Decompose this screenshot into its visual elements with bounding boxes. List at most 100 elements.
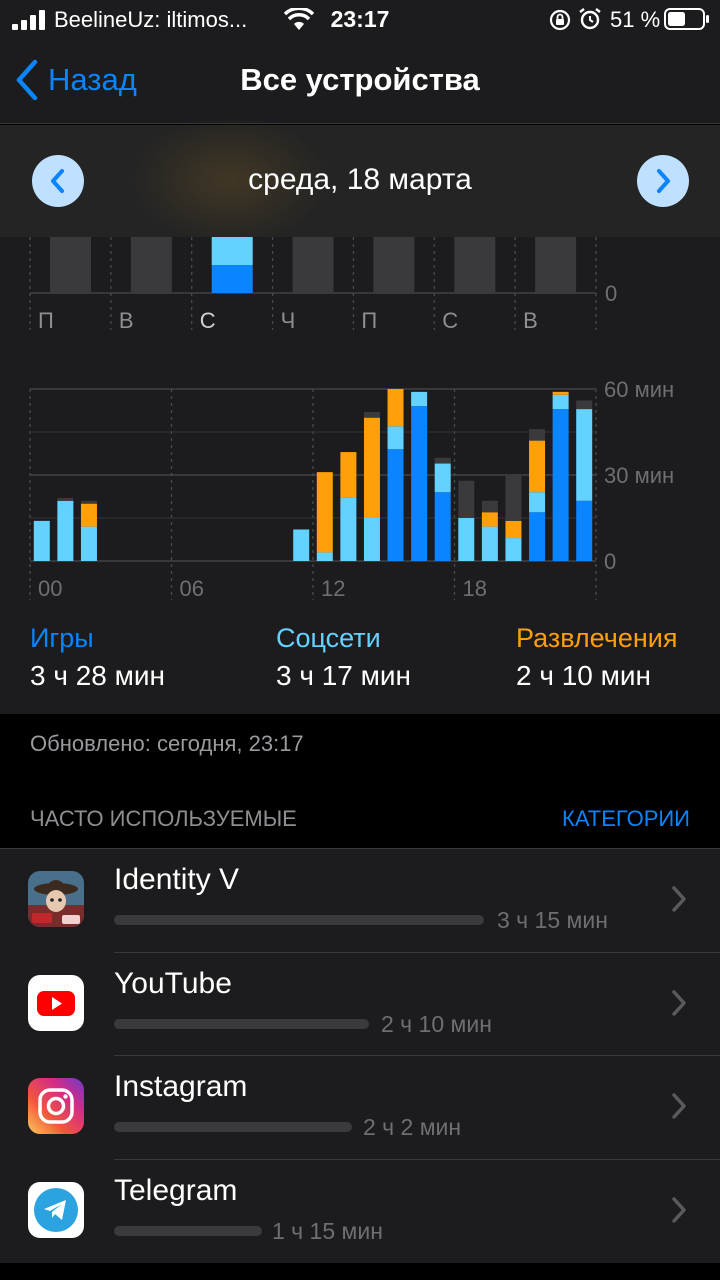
- hourly-x-tick: 00: [38, 576, 62, 601]
- usage-bar: [114, 1018, 369, 1029]
- hourly-bar-segment: [57, 497, 74, 501]
- usage-bar: [114, 915, 484, 925]
- weekly-day-label: С: [442, 308, 458, 333]
- weekly-bar-games: [211, 265, 253, 293]
- app-duration: 1 ч 15 мин: [272, 1217, 383, 1244]
- weekly-bar: [454, 237, 496, 293]
- legend-social-label: Соцсети: [276, 623, 381, 653]
- hourly-bar-segment: [387, 426, 404, 450]
- status-bar: BeelineUz: iltimos... 23:17 51 %: [0, 0, 720, 40]
- list-item-identity-v[interactable]: Identity V 3 ч 15 мин: [0, 849, 720, 953]
- battery-icon: [664, 8, 709, 30]
- weekly-bar: [130, 237, 172, 293]
- hourly-bar-segment: [434, 457, 451, 464]
- app-list: Identity V 3 ч 15 мин YouTube 2 ч 10 мин: [0, 848, 720, 1263]
- hourly-bar-segment: [481, 512, 498, 527]
- legend-games: Игры 3 ч 28 мин: [30, 623, 165, 692]
- updated-timestamp: Обновлено: сегодня, 23:17: [30, 731, 304, 756]
- usage-bar: [114, 1225, 262, 1236]
- weekly-y-label: 0: [605, 281, 617, 306]
- hourly-bar-segment: [387, 449, 404, 561]
- hourly-bar-segment: [316, 472, 333, 553]
- hourly-bar-segment: [293, 529, 310, 561]
- weekly-bar-social: [211, 237, 253, 265]
- orientation-lock-icon: [549, 9, 571, 31]
- weekly-chart: П В С Ч П С В 0: [29, 237, 617, 333]
- weekly-bar: [292, 237, 334, 293]
- hourly-bar-segment: [316, 552, 333, 561]
- list-item-instagram[interactable]: Instagram 2 ч 2 мин: [0, 1056, 720, 1160]
- legend-games-time: 3 ч 28 мин: [30, 660, 165, 691]
- weekly-bar: [535, 237, 577, 293]
- legend-social-time: 3 ч 17 мин: [276, 660, 411, 691]
- navigation-bar: Назад Все устройства: [0, 40, 720, 124]
- hourly-y-tick: 0: [604, 549, 616, 574]
- list-item-telegram[interactable]: Telegram 1 ч 15 мин: [0, 1160, 720, 1264]
- categories-link[interactable]: КАТЕГОРИИ: [562, 806, 690, 832]
- hourly-bar-segment: [363, 417, 380, 518]
- hourly-bar-segment: [363, 518, 380, 561]
- usage-card: ПВСЧПСВ0 60 мин 30 мин 0 00 06 12 18 Игры 3 ч …: [0, 237, 720, 714]
- identity-v-icon: [28, 871, 84, 927]
- hourly-chart: 60 мин30 мин000 06 12 18: [29, 377, 674, 601]
- hourly-bar-segment: [80, 526, 97, 561]
- weekly-day-label: П: [38, 308, 54, 333]
- youtube-icon: [28, 974, 84, 1031]
- weekly-day-label: В: [119, 308, 134, 333]
- hourly-bar-segment: [481, 500, 498, 513]
- next-day-button[interactable]: [637, 155, 689, 207]
- weekly-bar: [50, 237, 91, 293]
- most-used-label: ЧАСТО ИСПОЛЬЗУЕМЫЕ: [30, 806, 297, 831]
- legend-entertainment: Развлечения 2 ч 10 мин: [516, 623, 678, 692]
- chevron-right-icon: [672, 1196, 686, 1223]
- chevron-right-icon: [672, 1093, 686, 1119]
- hourly-bar-segment: [387, 389, 404, 427]
- app-duration: 2 ч 2 мин: [363, 1114, 462, 1140]
- hourly-y-tick: 60 мин: [604, 377, 674, 402]
- telegram-icon: [28, 1181, 84, 1238]
- legend-entertainment-label: Развлечения: [516, 623, 678, 653]
- app-name: Identity V: [114, 863, 240, 896]
- weekly-day-label: П: [361, 308, 377, 333]
- instagram-icon: [28, 1078, 84, 1134]
- hourly-bar-segment: [434, 492, 451, 561]
- app-duration: 3 ч 15 мин: [497, 907, 608, 933]
- hourly-bar-segment: [529, 512, 546, 561]
- chevron-right-icon: [672, 886, 686, 912]
- hourly-bar-segment: [529, 429, 546, 441]
- hourly-bar-segment: [529, 492, 546, 513]
- hourly-bar-segment: [340, 497, 357, 561]
- battery-percent: 51 %: [610, 7, 661, 32]
- legend-entertainment-time: 2 ч 10 мин: [516, 660, 651, 691]
- list-item-youtube[interactable]: YouTube 2 ч 10 мин: [0, 953, 720, 1056]
- hourly-bar-segment: [552, 394, 569, 410]
- hourly-x-tick: 06: [180, 576, 204, 601]
- current-date: среда, 18 марта: [248, 163, 472, 196]
- weekly-day-label: В: [523, 308, 538, 333]
- hourly-bar-segment: [363, 411, 380, 418]
- app-name: Telegram: [114, 1173, 238, 1207]
- hourly-bar-segment: [505, 520, 522, 539]
- hourly-bar-segment: [552, 409, 569, 561]
- hourly-bar-segment: [576, 400, 593, 410]
- weekly-day-label: Ч: [281, 308, 296, 333]
- chevron-right-icon: [657, 169, 670, 193]
- hourly-y-tick: 30 мин: [604, 463, 674, 488]
- hourly-bar-segment: [505, 475, 522, 521]
- hourly-bar-segment: [33, 520, 50, 561]
- hourly-bar-segment: [505, 538, 522, 561]
- weekly-day-label: С: [200, 308, 216, 333]
- usage-charts: П В С Ч П С В0 60 мин30 мин000 06 12 18: [29, 237, 674, 601]
- legend-games-label: Игры: [30, 623, 94, 653]
- date-navigator: среда, 18 марта: [0, 115, 720, 245]
- hourly-bar-segment: [458, 480, 475, 518]
- app-name: Instagram: [114, 1070, 248, 1103]
- hourly-bar-segment: [576, 409, 593, 501]
- hourly-x-tick: 12: [321, 576, 345, 601]
- hourly-bar-segment: [576, 500, 593, 561]
- weekly-bar: [373, 237, 415, 293]
- hourly-bar-segment: [80, 503, 97, 527]
- hourly-bar-segment: [458, 518, 475, 561]
- app-name: YouTube: [114, 966, 232, 1000]
- hourly-x-tick: 18: [463, 576, 487, 601]
